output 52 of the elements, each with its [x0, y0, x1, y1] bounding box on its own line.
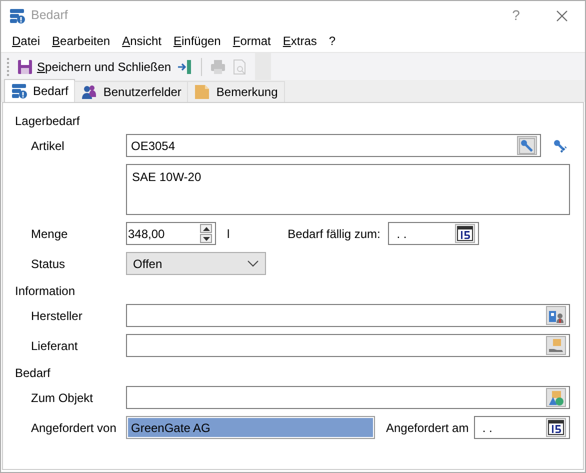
- calendar-icon[interactable]: [548, 420, 564, 436]
- chevron-down-icon: [247, 260, 259, 267]
- note-icon: [194, 84, 210, 100]
- field-label: Hersteller: [31, 308, 84, 324]
- memo-field[interactable]: SAE 10W-20: [126, 164, 570, 215]
- window-title: Bedarf: [31, 7, 68, 24]
- calendar-icon[interactable]: [457, 226, 474, 242]
- lookup-field[interactable]: OE3054: [126, 134, 541, 157]
- exit-door-icon: [177, 58, 194, 74]
- field-label: Angefordert am: [386, 420, 469, 436]
- tab[interactable]: Benutzerfelder: [74, 81, 188, 102]
- field-label: Zum Objekt: [31, 390, 94, 406]
- spin-buttons[interactable]: [200, 224, 212, 243]
- lookup-field[interactable]: [126, 304, 570, 327]
- field-label: Artikel: [31, 138, 66, 154]
- section-heading: Bedarf: [15, 365, 52, 382]
- status-dropdown[interactable]: Offen: [126, 252, 266, 275]
- lookup-field[interactable]: [126, 386, 570, 409]
- app-icon: [9, 8, 25, 24]
- close-icon[interactable]: [554, 8, 570, 24]
- users-icon: [81, 84, 98, 100]
- menu-item[interactable]: Format: [228, 32, 276, 50]
- printer-icon: [210, 58, 226, 74]
- hand-box-icon[interactable]: [548, 338, 564, 354]
- section-heading: Information: [15, 283, 76, 300]
- menu-item[interactable]: Bearbeiten: [47, 32, 116, 50]
- date-field[interactable]: . .: [474, 416, 570, 439]
- menu-item[interactable]: Ansicht: [117, 32, 166, 50]
- menu-item[interactable]: Einfügen: [168, 32, 226, 50]
- field-label: Status: [31, 256, 66, 272]
- text-field[interactable]: GreenGate AG: [126, 416, 375, 439]
- lookup-field[interactable]: [126, 334, 570, 357]
- menu-item[interactable]: Extras: [278, 32, 322, 50]
- shapes-icon[interactable]: [548, 390, 564, 406]
- field-label: Lieferant: [31, 338, 79, 354]
- unit-label: l: [227, 226, 230, 242]
- date-field[interactable]: . .: [388, 222, 480, 245]
- tab[interactable]: Bedarf: [4, 79, 76, 102]
- menu-item[interactable]: Datei: [7, 32, 46, 50]
- field-label: Bedarf fällig zum:: [288, 226, 380, 242]
- menu-item[interactable]: ?: [324, 32, 341, 50]
- help-button[interactable]: ?: [493, 5, 539, 26]
- section-heading: Lagerbedarf: [15, 113, 81, 130]
- tab[interactable]: Bemerkung: [187, 81, 285, 102]
- floppy-icon: [17, 58, 33, 74]
- quantity-field[interactable]: 348,00: [126, 222, 216, 245]
- tools-edit-icon[interactable]: [552, 138, 568, 154]
- field-label: Angefordert von: [31, 420, 118, 436]
- tools-icon[interactable]: [519, 138, 535, 154]
- page-magnifier-icon: [232, 58, 248, 74]
- form-icon: [11, 83, 27, 99]
- field-label: Menge: [31, 226, 69, 242]
